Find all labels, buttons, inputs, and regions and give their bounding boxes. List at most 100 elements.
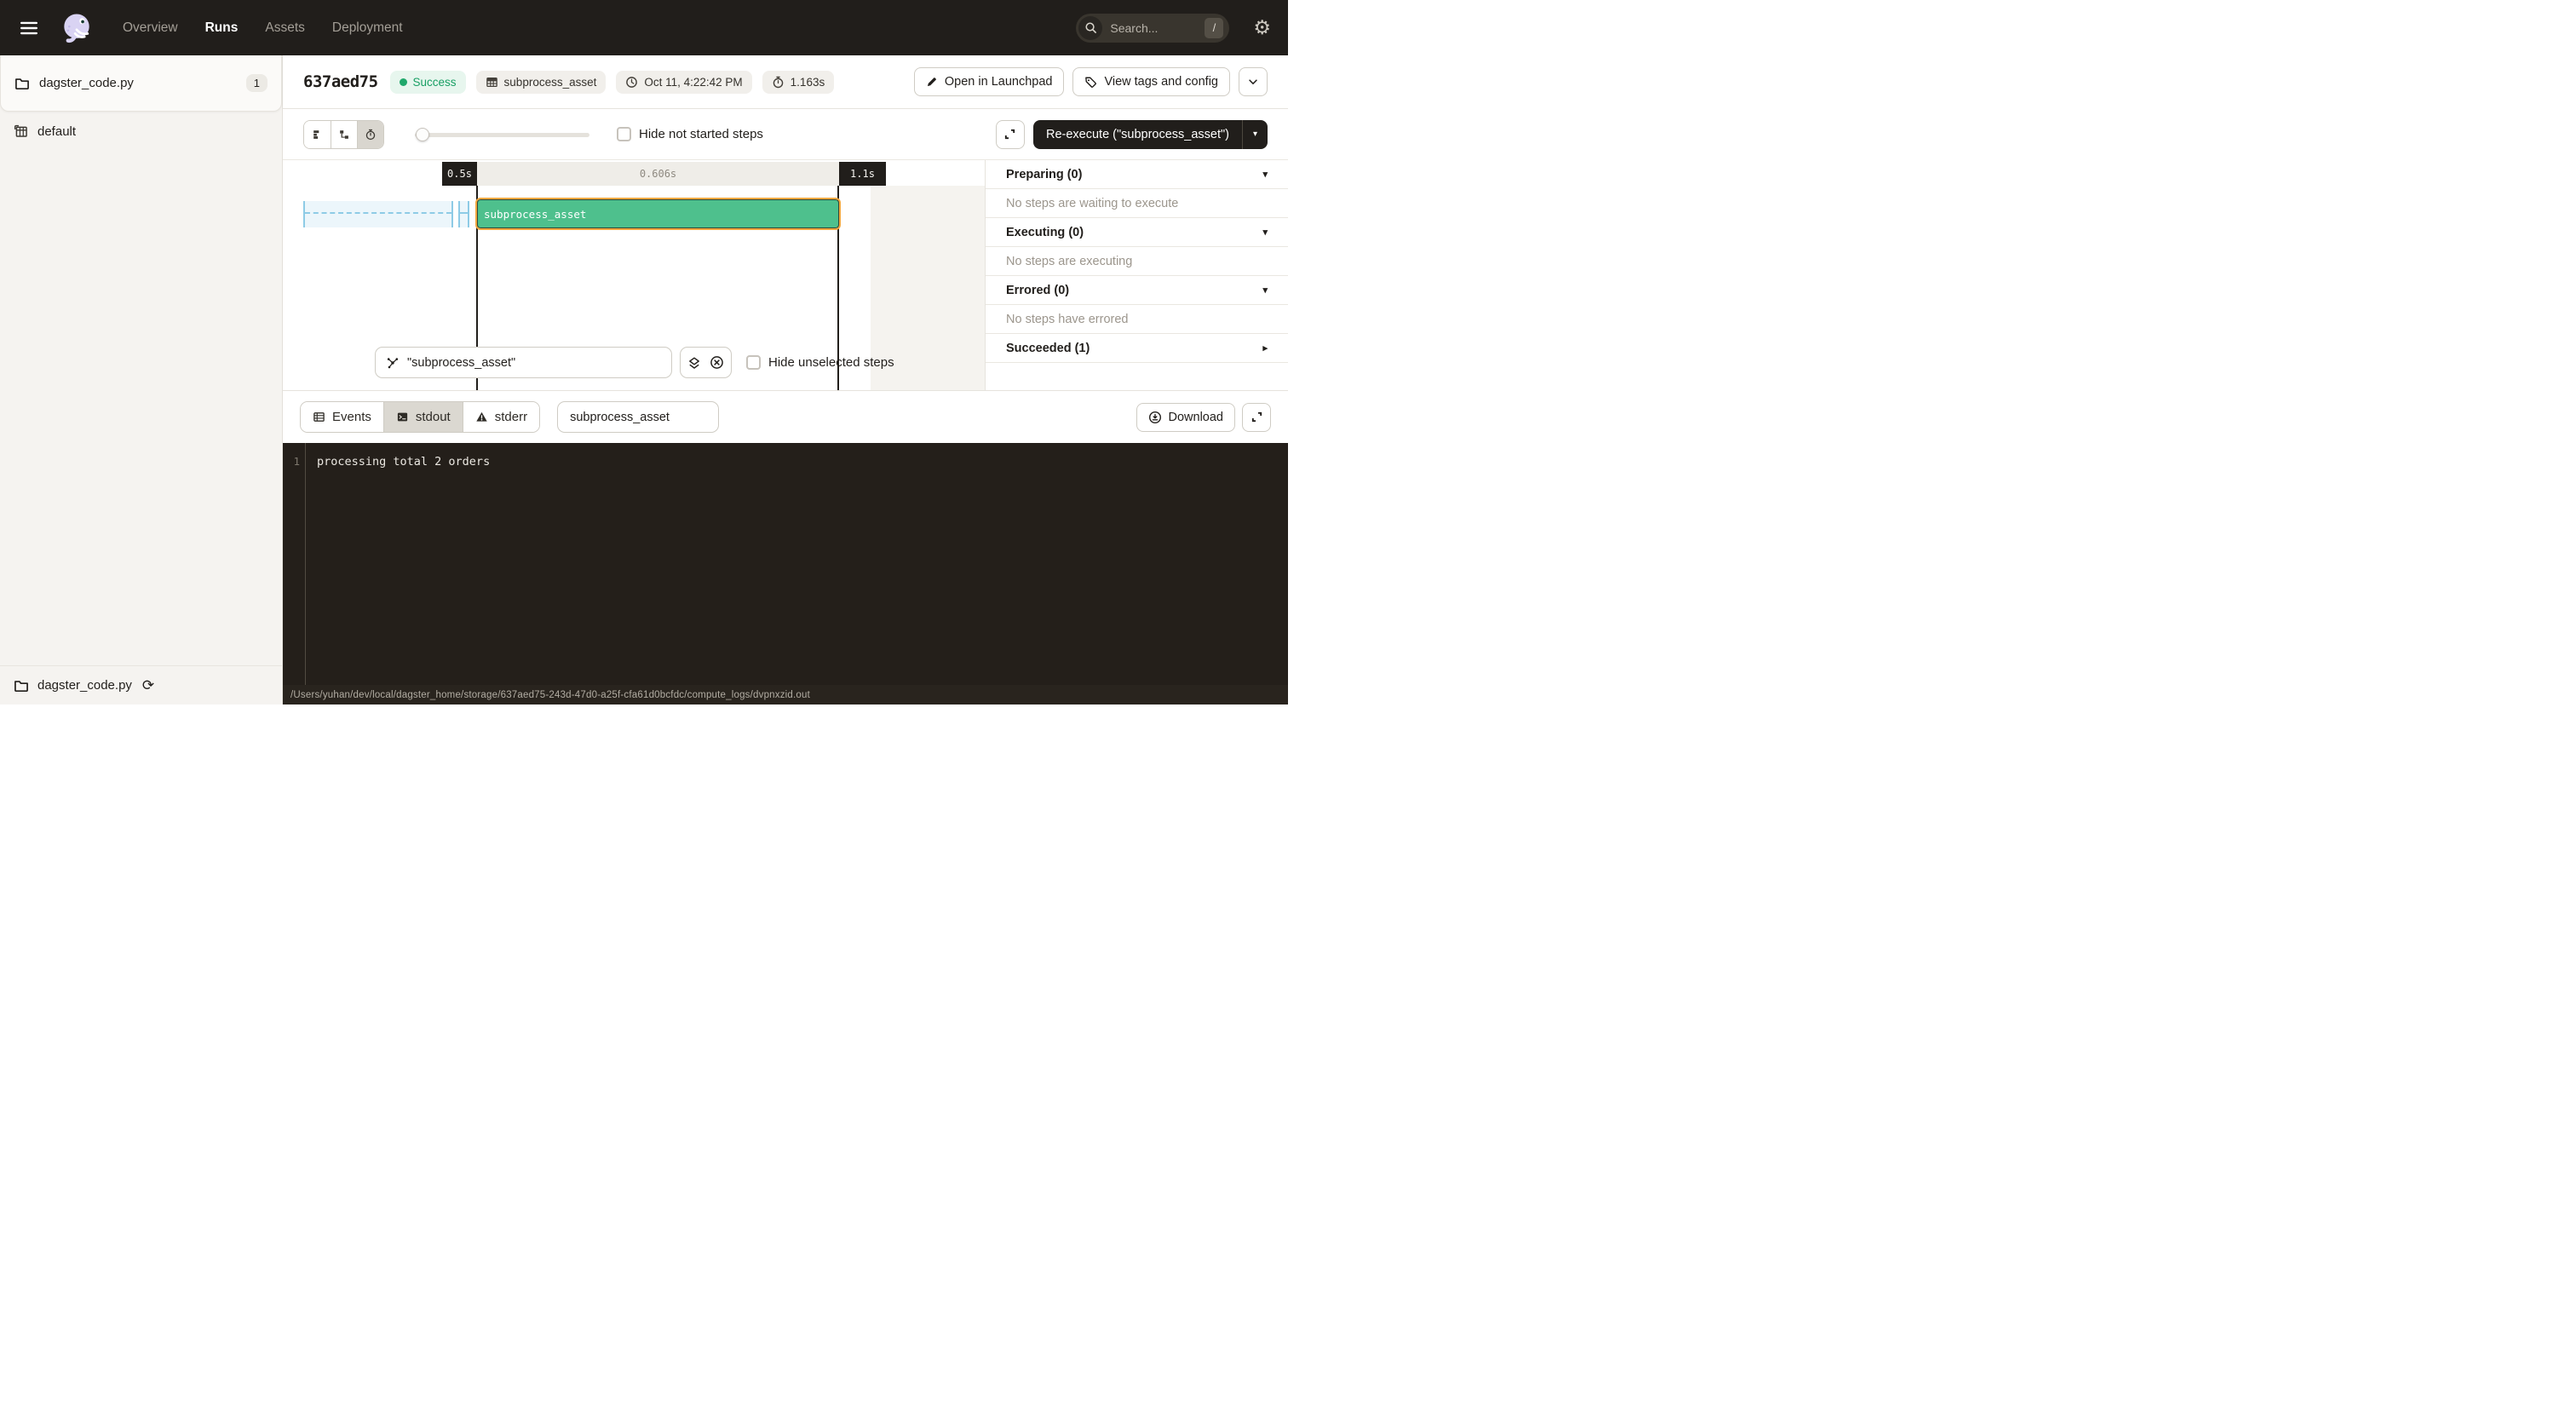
expand-icon [1003,128,1016,141]
step-selection-input[interactable]: "subprocess_asset" [375,347,672,378]
tab-events[interactable]: Events [301,402,383,432]
slider-track [415,133,589,137]
gantt-step-bar[interactable]: subprocess_asset [477,199,839,228]
section-succeeded-title: Succeeded (1) [1006,342,1090,355]
run-duration-label: 1.163s [791,76,825,89]
expand-icon [1251,411,1263,423]
duration-chip: 1.163s [762,71,835,94]
hide-not-started-row: Hide not started steps [617,127,763,141]
caret-down-icon: ▾ [1262,169,1268,180]
global-search-input[interactable]: Search... / [1076,14,1229,43]
reexecute-button[interactable]: Re-execute ("subprocess_asset") [1033,120,1242,149]
tab-stdout-label: stdout [416,410,451,424]
nav-item-deployment[interactable]: Deployment [332,20,403,36]
log-gutter [283,443,306,685]
sidebar-item-default[interactable]: default [0,112,282,152]
gantt-workspace: 0.5s 0.606s 1.1s subprocess_asset "subpr… [283,160,1288,391]
folder-icon [14,678,29,693]
view-mode-waterfall-button[interactable] [331,121,357,148]
download-button[interactable]: Download [1136,403,1236,432]
op-selection-graph-icon [386,356,400,370]
section-errored-title: Errored (0) [1006,284,1069,297]
run-actions-menu-button[interactable] [1239,67,1268,96]
reexecute-options-button[interactable]: ▾ [1242,120,1268,149]
log-path-bar: /Users/yuhan/dev/local/dagster_home/stor… [283,685,1288,704]
status-badge: Success [390,71,466,94]
steps-panel: Preparing (0) ▾ No steps are waiting to … [985,160,1288,390]
asset-tag-label: subprocess_asset [504,76,597,89]
gantt-fullscreen-button[interactable] [996,120,1025,149]
view-mode-timed-button[interactable] [357,121,383,148]
section-executing-header[interactable]: Executing (0) ▾ [986,218,1288,247]
section-executing-empty: No steps are executing [986,247,1288,276]
asset-tag-chip[interactable]: subprocess_asset [476,71,607,94]
section-preparing-empty: No steps are waiting to execute [986,189,1288,218]
hamburger-menu-icon[interactable] [17,16,41,40]
sidebar-footer: dagster_code.py ⟳ [0,665,282,704]
tag-icon [1084,76,1097,89]
search-placeholder: Search... [1110,21,1197,35]
log-step-filter-value: subprocess_asset [570,411,670,424]
app-body: dagster_code.py 1 default dagster_code.p… [0,55,1288,704]
gantt-toolbar: Hide not started steps Re-execute ("subp… [283,109,1288,160]
reload-icon[interactable]: ⟳ [142,677,154,694]
open-in-launchpad-button[interactable]: Open in Launchpad [914,67,1065,96]
clear-selection-button[interactable] [710,355,724,370]
gantt-toolbar-right: Re-execute ("subprocess_asset") ▾ [996,120,1268,149]
log-line: 1 processing total 2 orders [283,443,1288,469]
caret-right-icon: ▸ [1262,342,1268,354]
hide-unselected-checkbox[interactable] [746,355,761,370]
success-dot-icon [400,78,407,86]
status-label: Success [413,76,457,89]
zoom-to-selection-button[interactable] [687,356,701,370]
step-selection-value: "subprocess_asset" [407,356,515,370]
footer-code-location-label: dagster_code.py [37,678,132,693]
section-preparing-header[interactable]: Preparing (0) ▾ [986,160,1288,189]
nav-item-runs[interactable]: Runs [205,20,239,36]
pending-bar-segment [303,201,453,227]
hide-not-started-label: Hide not started steps [639,127,763,141]
section-preparing-title: Preparing (0) [1006,168,1082,181]
code-location-label: dagster_code.py [39,76,134,90]
section-errored-header[interactable]: Errored (0) ▾ [986,276,1288,305]
search-shortcut-badge: / [1205,18,1223,38]
waterfall-icon [338,129,350,141]
tab-stdout[interactable]: stdout [383,402,463,432]
stopwatch-icon [365,129,377,141]
log-fullscreen-button[interactable] [1242,403,1271,432]
download-label: Download [1169,411,1224,424]
warning-triangle-icon [475,411,488,423]
caret-down-icon: ▾ [1262,227,1268,238]
log-step-filter-input[interactable]: subprocess_asset [557,401,719,433]
default-repo-label: default [37,124,76,139]
step-start-time-chip: 0.5s [442,162,477,186]
nav-item-assets[interactable]: Assets [265,20,305,36]
run-header-actions: Open in Launchpad View tags and config [914,67,1268,96]
tab-stderr[interactable]: stderr [463,402,539,432]
pending-bar-segment [458,201,469,227]
repository-icon [14,124,28,139]
gantt-zoom-slider[interactable] [415,128,589,141]
view-tags-config-button[interactable]: View tags and config [1072,67,1230,96]
dagster-logo[interactable] [58,9,95,47]
download-icon [1148,411,1162,424]
line-text: processing total 2 orders [306,455,490,469]
hide-not-started-checkbox[interactable] [617,127,631,141]
selection-actions-group [680,347,732,378]
nav-item-overview[interactable]: Overview [123,20,178,36]
empty-message: No steps are executing [1006,255,1132,268]
caret-down-icon: ▾ [1262,285,1268,296]
sidebar-item-code-location[interactable]: dagster_code.py 1 [0,55,282,112]
log-output[interactable]: 1 processing total 2 orders [283,443,1288,685]
slider-thumb[interactable] [416,128,429,141]
run-count-badge: 1 [246,74,267,92]
view-mode-flat-button[interactable] [304,121,331,148]
timestamp-chip: Oct 11, 4:22:42 PM [616,71,751,94]
gantt-view-mode-group [303,120,384,149]
primary-nav: Overview Runs Assets Deployment [123,20,403,36]
sidebar: dagster_code.py 1 default dagster_code.p… [0,55,283,704]
log-tab-group: Events stdout stderr [300,401,540,433]
section-succeeded-header[interactable]: Succeeded (1) ▸ [986,334,1288,363]
gear-icon[interactable]: ⚙ [1253,18,1271,37]
log-tabs-row: Events stdout stderr subprocess_asset Do… [283,391,1288,443]
